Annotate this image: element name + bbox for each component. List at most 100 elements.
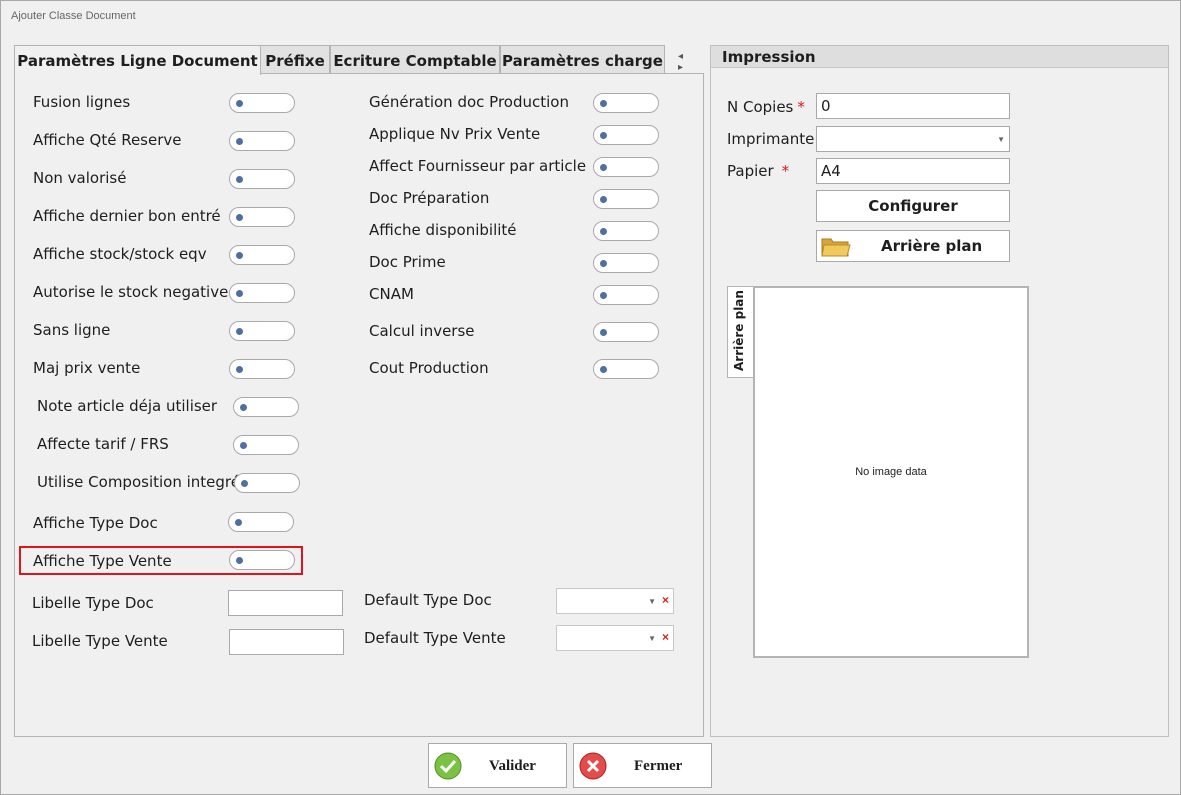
doc-prime-label: Doc Prime — [369, 253, 446, 271]
affect-fournisseur-par-article-toggle[interactable] — [593, 157, 659, 177]
arriere-plan-label: Arrière plan — [881, 237, 983, 255]
applique-nv-prix-vente-label: Applique Nv Prix Vente — [369, 125, 541, 143]
fermer-label: Fermer — [634, 758, 683, 774]
toggle-knob — [236, 214, 243, 221]
libelle-type-doc-input[interactable] — [228, 590, 343, 616]
tab-scroll-arrows-icon[interactable]: ◂ ▸ — [678, 51, 691, 73]
no-image-text: No image data — [855, 466, 927, 478]
libelle-type-vente-label: Libelle Type Vente — [32, 632, 168, 650]
cout-production-toggle[interactable] — [593, 359, 659, 379]
window-title: Ajouter Classe Document — [11, 10, 136, 22]
default-type-vente-label: Default Type Vente — [364, 629, 506, 647]
toggle-knob — [236, 100, 243, 107]
valider-button[interactable]: Valider — [428, 743, 567, 788]
folder-icon — [821, 238, 851, 257]
toggle-knob — [600, 292, 607, 299]
dropdown-arrow-icon[interactable]: ▼ — [997, 135, 1005, 144]
toggle-knob — [236, 328, 243, 335]
non-valorise-toggle[interactable] — [229, 169, 295, 189]
utilise-composition-integre-toggle[interactable] — [234, 473, 300, 493]
toggle-knob — [600, 100, 607, 107]
fusion-lignes-label: Fusion lignes — [33, 93, 131, 111]
papier-label: Papier * — [727, 162, 790, 180]
valider-label: Valider — [489, 758, 536, 774]
cnam-toggle[interactable] — [593, 285, 659, 305]
applique-nv-prix-vente-toggle[interactable] — [593, 125, 659, 145]
clear-icon[interactable]: × — [662, 593, 669, 607]
n-copies-label: N Copies * — [727, 98, 805, 116]
affiche-dernier-bon-entre-toggle[interactable] — [229, 207, 295, 227]
toggle-knob — [600, 196, 607, 203]
required-mark: * — [797, 98, 805, 116]
affiche-stock-stock-eqv-toggle[interactable] — [229, 245, 295, 265]
toggle-knob — [240, 404, 247, 411]
fermer-button[interactable]: Fermer — [573, 743, 712, 788]
default-type-doc-select[interactable]: ▼ × — [556, 588, 674, 614]
tab-parametres-charge[interactable]: Paramètres charge — [500, 45, 665, 74]
generation-doc-production-toggle[interactable] — [593, 93, 659, 113]
utilise-composition-integre-label: Utilise Composition integré — [37, 473, 240, 491]
note-article-deja-utiliser-label: Note article déja utiliser — [37, 397, 218, 415]
cout-production-label: Cout Production — [369, 359, 489, 377]
maj-prix-vente-label: Maj prix vente — [33, 359, 141, 377]
calcul-inverse-toggle[interactable] — [593, 322, 659, 342]
affecte-tarif-frs-label: Affecte tarif / FRS — [37, 435, 169, 453]
imprimante-select[interactable]: ▼ — [816, 126, 1010, 152]
affiche-type-doc-label: Affiche Type Doc — [33, 514, 158, 532]
note-article-deja-utiliser-toggle[interactable] — [233, 397, 299, 417]
impression-panel-title: Impression — [711, 46, 1168, 68]
autorise-le-stock-negative-label: Autorise le stock negative — [33, 283, 229, 301]
toggle-knob — [600, 228, 607, 235]
toggle-knob — [236, 366, 243, 373]
affiche-qte-reserve-toggle[interactable] — [229, 131, 295, 151]
doc-preparation-label: Doc Préparation — [369, 189, 490, 207]
affecte-tarif-frs-toggle[interactable] — [233, 435, 299, 455]
tab-parametres-ligne-document[interactable]: Paramètres Ligne Document — [14, 45, 261, 75]
affiche-type-doc-toggle[interactable] — [228, 512, 294, 532]
fusion-lignes-toggle[interactable] — [229, 93, 295, 113]
affect-fournisseur-par-article-label: Affect Fournisseur par article — [369, 157, 587, 175]
arriere-plan-vertical-tab[interactable]: Arrière plan — [727, 286, 754, 378]
clear-icon[interactable]: × — [662, 630, 669, 644]
toggle-knob — [236, 290, 243, 297]
highlight-box — [19, 546, 303, 575]
dropdown-arrow-icon[interactable]: ▼ — [648, 634, 656, 643]
dialog-window: Ajouter Classe Document Paramètres Ligne… — [0, 0, 1181, 795]
configurer-button[interactable]: Configurer — [816, 190, 1010, 222]
affiche-stock-stock-eqv-label: Affiche stock/stock eqv — [33, 245, 207, 263]
papier-input[interactable]: A4 — [816, 158, 1010, 184]
toggle-knob — [236, 176, 243, 183]
toggle-knob — [236, 252, 243, 259]
default-type-doc-label: Default Type Doc — [364, 591, 492, 609]
sans-ligne-toggle[interactable] — [229, 321, 295, 341]
close-icon — [579, 752, 607, 780]
affiche-disponibilite-label: Affiche disponibilité — [369, 221, 517, 239]
toggle-knob — [240, 442, 247, 449]
dropdown-arrow-icon[interactable]: ▼ — [648, 597, 656, 606]
toggle-knob — [236, 138, 243, 145]
n-copies-input[interactable]: 0 — [816, 93, 1010, 119]
tab-ecriture-comptable[interactable]: Ecriture Comptable — [330, 45, 500, 74]
doc-preparation-toggle[interactable] — [593, 189, 659, 209]
toggle-knob — [600, 132, 607, 139]
doc-prime-toggle[interactable] — [593, 253, 659, 273]
affiche-dernier-bon-entre-label: Affiche dernier bon entré — [33, 207, 221, 225]
tab-prefixe[interactable]: Préfixe — [260, 45, 330, 74]
toggle-knob — [241, 480, 248, 487]
arriere-plan-button[interactable]: Arrière plan — [816, 230, 1010, 262]
autorise-le-stock-negative-toggle[interactable] — [229, 283, 295, 303]
background-image-preview[interactable]: No image data — [753, 286, 1029, 658]
toggle-knob — [600, 260, 607, 267]
check-icon — [434, 752, 462, 780]
generation-doc-production-label: Génération doc Production — [369, 93, 569, 111]
sans-ligne-label: Sans ligne — [33, 321, 111, 339]
affiche-disponibilite-toggle[interactable] — [593, 221, 659, 241]
non-valorise-label: Non valorisé — [33, 169, 127, 187]
maj-prix-vente-toggle[interactable] — [229, 359, 295, 379]
libelle-type-vente-input[interactable] — [229, 629, 344, 655]
imprimante-label: Imprimante — [727, 130, 815, 148]
toggle-knob — [235, 519, 242, 526]
calcul-inverse-label: Calcul inverse — [369, 322, 475, 340]
default-type-vente-select[interactable]: ▼ × — [556, 625, 674, 651]
libelle-type-doc-label: Libelle Type Doc — [32, 594, 154, 612]
